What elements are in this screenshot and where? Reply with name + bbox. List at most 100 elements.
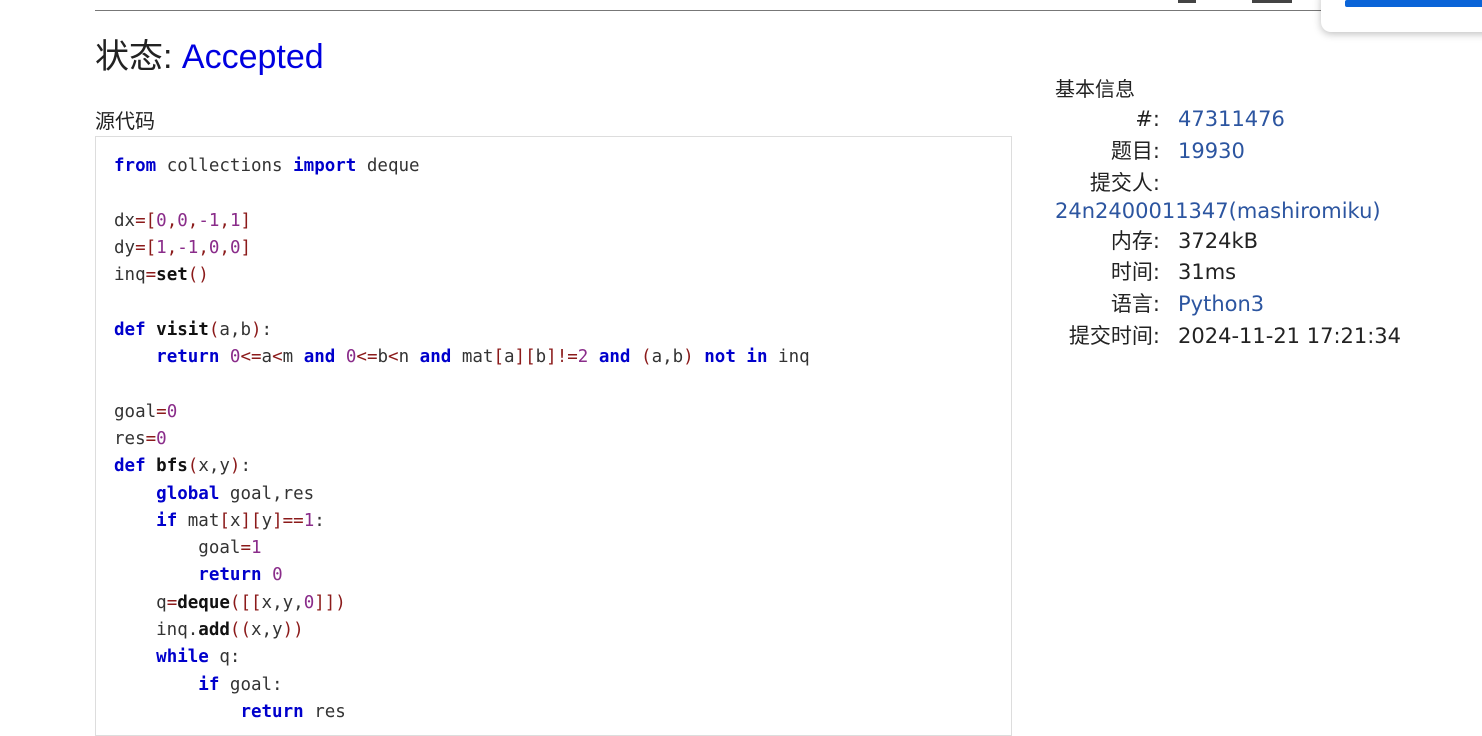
info-row-language: 语言: Python3 [1055,289,1475,321]
info-time-value: 31ms [1178,260,1237,285]
code-line: dy=[1,-1,0,0] [114,238,251,258]
code-token: goal [114,401,157,422]
code-token: and [303,347,336,368]
code-line: res=0 [114,429,167,449]
code-token: ) [251,319,262,340]
info-memory-label: 内存: [1110,228,1160,253]
code-token: = [240,538,251,559]
info-submit-time-label: 提交时间: [1068,323,1160,348]
code-line: def visit(a,b): [114,320,272,340]
code-token: (( [229,620,251,641]
code-token: <= [356,347,378,368]
code-listing: from collections import deque dx=[0,0,-1… [114,153,810,726]
code-token: ) [229,456,241,477]
code-token: import [293,156,357,176]
info-submitter-link[interactable]: 24n2400011347(mashiromiku) [1055,198,1475,224]
code-token: goal [114,538,241,559]
code-line: inq=set() [114,265,209,285]
code-token: ([[ [229,592,262,613]
code-token: , [219,237,230,258]
code-token: 0 [345,347,357,368]
code-token: deque [356,156,420,176]
code-token: = [145,428,157,449]
code-line: return 0 [114,565,283,586]
code-line: goal=0 [114,402,177,422]
code-token: b [535,347,547,368]
info-row-id: #: 47311476 [1055,104,1475,136]
code-token: goal: [219,674,283,695]
basic-info-table: #: 47311476 题目: 19930 提交人: 24n2400011347… [1055,104,1475,353]
code-token: ( [641,347,652,368]
code-line: while q: [114,647,240,667]
code-token: mat [451,347,494,368]
code-token: x,y [198,456,230,477]
info-language-link[interactable]: Python3 [1178,289,1264,321]
code-token: collections [156,156,294,176]
code-token: 1 [229,210,241,231]
code-token: )) [282,620,304,641]
code-token: inq. [114,620,199,641]
code-token: ( [187,456,199,477]
code-token: : [240,456,252,477]
code-token: a,b [651,347,684,368]
code-token: visit [156,319,209,340]
code-token: return [198,565,262,586]
code-token: =[ [135,237,157,258]
code-token: mat [177,510,220,531]
code-token: return [156,347,220,368]
code-token: inq [767,347,810,368]
code-token: 0 [166,401,178,422]
code-token: x [229,510,241,531]
submission-status: 状态: Accepted [95,36,324,78]
status-value: Accepted [181,38,324,76]
code-token: m [282,347,304,368]
code-token: q [114,592,167,613]
source-code-block: from collections import deque dx=[0,0,-1… [95,136,1012,736]
info-row-problem: 题目: 19930 [1055,136,1475,168]
code-token: , [166,237,178,258]
code-token: bfs [156,456,188,477]
code-token: , [198,237,209,258]
code-token: 0 [156,210,167,231]
code-token: x,y, [261,592,304,613]
popup-panel [1321,0,1482,32]
code-token: < [272,347,283,368]
code-token: 2 [577,347,589,368]
code-line: inq.add((x,y)) [114,620,304,640]
code-token: a,b [219,319,251,340]
basic-info-heading: 基本信息 [1055,77,1135,101]
code-token: 0 [156,428,167,449]
source-code-heading: 源代码 [95,109,155,133]
header-fragment-left [1178,0,1196,3]
info-id-link[interactable]: 47311476 [1178,104,1285,136]
code-token: 0 [177,210,188,231]
code-token: y [261,510,273,531]
code-line: return res [114,702,345,722]
code-token: b [377,347,389,368]
code-token: < [388,347,399,368]
code-token: 0 [272,565,283,586]
info-row-time: 时间: 31ms [1055,257,1475,289]
info-problem-label: 题目: [1110,138,1160,163]
code-token: and [419,347,452,368]
code-token: dy [114,237,136,258]
status-label: 状态: [95,38,182,76]
code-token: () [187,265,209,286]
code-token: 0 [229,347,241,368]
code-token: ][ [240,510,262,531]
info-time-label: 时间: [1110,260,1160,285]
code-token: if [198,674,220,695]
code-token: ] [240,237,252,258]
info-problem-link[interactable]: 19930 [1178,136,1245,168]
code-token: goal,res [219,483,315,504]
code-line: q=deque([[x,y,0]]) [114,593,346,613]
code-token: add [198,620,230,641]
popup-action-button[interactable] [1345,0,1482,7]
